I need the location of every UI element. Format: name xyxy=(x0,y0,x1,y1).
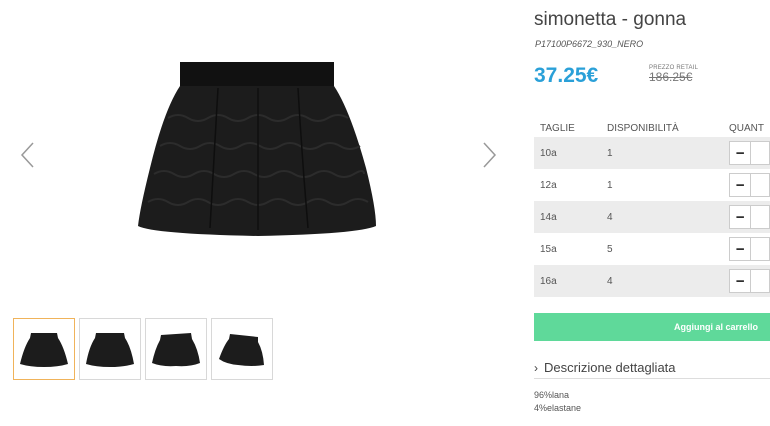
quantity-stepper: − xyxy=(729,141,770,165)
table-row: 12a 1 − xyxy=(534,169,770,201)
header-quantity: QUANT xyxy=(729,122,764,134)
thumbnail-strip xyxy=(13,318,273,380)
chevron-right-icon: › xyxy=(534,360,538,375)
table-row: 10a 1 − xyxy=(534,137,770,169)
table-row: 14a 4 − xyxy=(534,201,770,233)
size-cell: 10a xyxy=(540,147,557,159)
description-toggle[interactable]: › Descrizione dettagliata xyxy=(534,357,770,379)
product-gallery xyxy=(0,0,520,426)
retail-price: 186.25€ xyxy=(649,70,693,84)
chevron-left-icon xyxy=(20,142,34,168)
size-cell: 16a xyxy=(540,275,557,287)
size-cell: 12a xyxy=(540,179,557,191)
retail-price-block: PREZZO RETAIL 186.25€ xyxy=(649,65,698,84)
decrement-button[interactable]: − xyxy=(729,205,752,229)
size-cell: 15a xyxy=(540,243,557,255)
table-row: 15a 5 − xyxy=(534,233,770,265)
gallery-prev-button[interactable] xyxy=(18,140,38,170)
decrement-button[interactable]: − xyxy=(729,269,752,293)
description-toggle-label: Descrizione dettagliata xyxy=(544,360,676,375)
decrement-button[interactable]: − xyxy=(729,173,752,197)
description-text: 96%lana 4%elastane xyxy=(534,389,581,415)
quantity-stepper: − xyxy=(729,173,770,197)
composition-line: 96%lana xyxy=(534,390,570,400)
decrement-button[interactable]: − xyxy=(729,141,752,165)
availability-cell: 4 xyxy=(607,211,613,223)
thumbnail-image xyxy=(20,333,68,367)
header-sizes: TAGLIE xyxy=(540,122,575,134)
quantity-input[interactable] xyxy=(751,205,770,229)
product-main-image xyxy=(138,62,376,236)
thumbnail-image xyxy=(86,333,134,367)
gallery-next-button[interactable] xyxy=(479,140,499,170)
sizes-table-header: TAGLIE DISPONIBILITÀ QUANT xyxy=(534,119,770,137)
product-title: simonetta - gonna xyxy=(534,9,687,30)
composition-line: 4%elastane xyxy=(534,403,582,413)
quantity-input[interactable] xyxy=(751,269,770,293)
decrement-button[interactable]: − xyxy=(729,237,752,261)
quantity-input[interactable] xyxy=(751,173,770,197)
thumbnail-image xyxy=(219,334,264,366)
thumbnail-2[interactable] xyxy=(79,318,141,380)
thumbnail-3[interactable] xyxy=(145,318,207,380)
add-to-cart-label: Aggiungi al carrello xyxy=(673,322,758,332)
chevron-right-icon xyxy=(483,142,497,168)
availability-cell: 5 xyxy=(607,243,613,255)
size-cell: 14a xyxy=(540,211,557,223)
thumbnail-4[interactable] xyxy=(211,318,273,380)
availability-cell: 4 xyxy=(607,275,613,287)
add-to-cart-button[interactable]: Aggiungi al carrello xyxy=(534,313,770,341)
quantity-stepper: − xyxy=(729,269,770,293)
thumbnail-1[interactable] xyxy=(13,318,75,380)
table-row: 16a 4 − xyxy=(534,265,770,297)
quantity-input[interactable] xyxy=(751,237,770,261)
thumbnail-image xyxy=(152,333,200,367)
product-sku: P17100P6672_930_NERO xyxy=(535,39,644,49)
quantity-input[interactable] xyxy=(751,141,770,165)
product-panel: simonetta - gonna P17100P6672_930_NERO 3… xyxy=(534,0,770,426)
sizes-table: TAGLIE DISPONIBILITÀ QUANT 10a 1 − 12a 1… xyxy=(534,119,770,297)
quantity-stepper: − xyxy=(729,205,770,229)
availability-cell: 1 xyxy=(607,147,613,159)
quantity-stepper: − xyxy=(729,237,770,261)
product-price: 37.25€ xyxy=(534,64,599,87)
availability-cell: 1 xyxy=(607,179,613,191)
header-availability: DISPONIBILITÀ xyxy=(607,122,679,134)
